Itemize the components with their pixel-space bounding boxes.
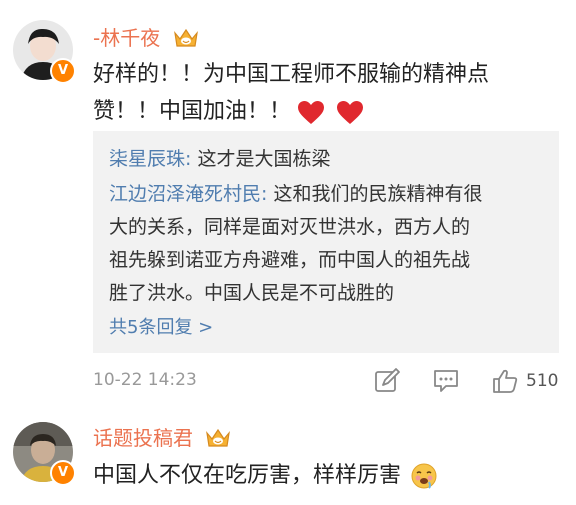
crown-icon bbox=[206, 428, 230, 447]
like-button[interactable]: 510 bbox=[492, 366, 558, 396]
more-replies-link[interactable]: 共5条回复 > bbox=[109, 315, 213, 341]
comment-icon bbox=[434, 370, 458, 392]
comment-item: V -林千夜 好样的！！为中国工程师不服输的精神点 赞！！中国加油！！ 柒星辰珠… bbox=[0, 0, 576, 410]
comment-button[interactable] bbox=[433, 366, 459, 396]
reply-username[interactable]: 柒星辰珠: bbox=[109, 148, 191, 170]
timestamp: 10-22 14:23 bbox=[93, 370, 197, 390]
reply-box[interactable]: 柒星辰珠: 这才是大国栋梁 江边沼泽淹死村民: 这和我们的民族精神有很 大的关系… bbox=[93, 131, 559, 353]
comment-text: 赞！！中国加油！！ bbox=[93, 99, 292, 124]
reply-item: 柒星辰珠: 这才是大国栋梁 bbox=[109, 143, 330, 175]
reply-text: 这才是大国栋梁 bbox=[191, 148, 331, 170]
comment-text-line: 赞！！中国加油！！ bbox=[93, 93, 364, 131]
comment-text-line: 中国人不仅在吃厉害，样样厉害 bbox=[93, 457, 438, 494]
reply-text-line: 胜了洪水。中国人民是不可战胜的 bbox=[109, 282, 395, 304]
username[interactable]: -林千夜 bbox=[93, 25, 160, 51]
reply-item: 江边沼泽淹死村民: 这和我们的民族精神有很 bbox=[109, 178, 482, 210]
reply-text-line: 祖先躲到诺亚方舟避难，而中国人的祖先战 bbox=[109, 249, 471, 271]
comment-item: V 话题投稿君 中国人不仅在吃厉害，样样厉害 bbox=[0, 410, 576, 505]
comment-text: 中国人不仅在吃厉害，样样厉害 bbox=[93, 463, 402, 488]
heart-icon bbox=[337, 100, 364, 124]
hearts bbox=[297, 94, 364, 131]
crown-icon bbox=[174, 28, 198, 47]
edit-icon bbox=[375, 368, 400, 392]
comment-text-line: 好样的！！为中国工程师不服输的精神点 bbox=[93, 62, 490, 87]
verified-badge: V bbox=[50, 58, 76, 84]
drooling-face-emoji bbox=[411, 463, 437, 489]
reply-username[interactable]: 江边沼泽淹死村民: bbox=[109, 183, 267, 205]
heart-icon bbox=[298, 100, 325, 124]
thumbs-up-icon bbox=[493, 369, 518, 393]
edit-button[interactable] bbox=[374, 366, 400, 396]
verified-badge: V bbox=[50, 460, 76, 486]
username[interactable]: 话题投稿君 bbox=[93, 425, 193, 451]
reply-text: 这和我们的民族精神有很 bbox=[267, 183, 483, 205]
like-count: 510 bbox=[526, 371, 559, 391]
reply-text-line: 大的关系，同样是面对灭世洪水，西方人的 bbox=[109, 216, 471, 238]
